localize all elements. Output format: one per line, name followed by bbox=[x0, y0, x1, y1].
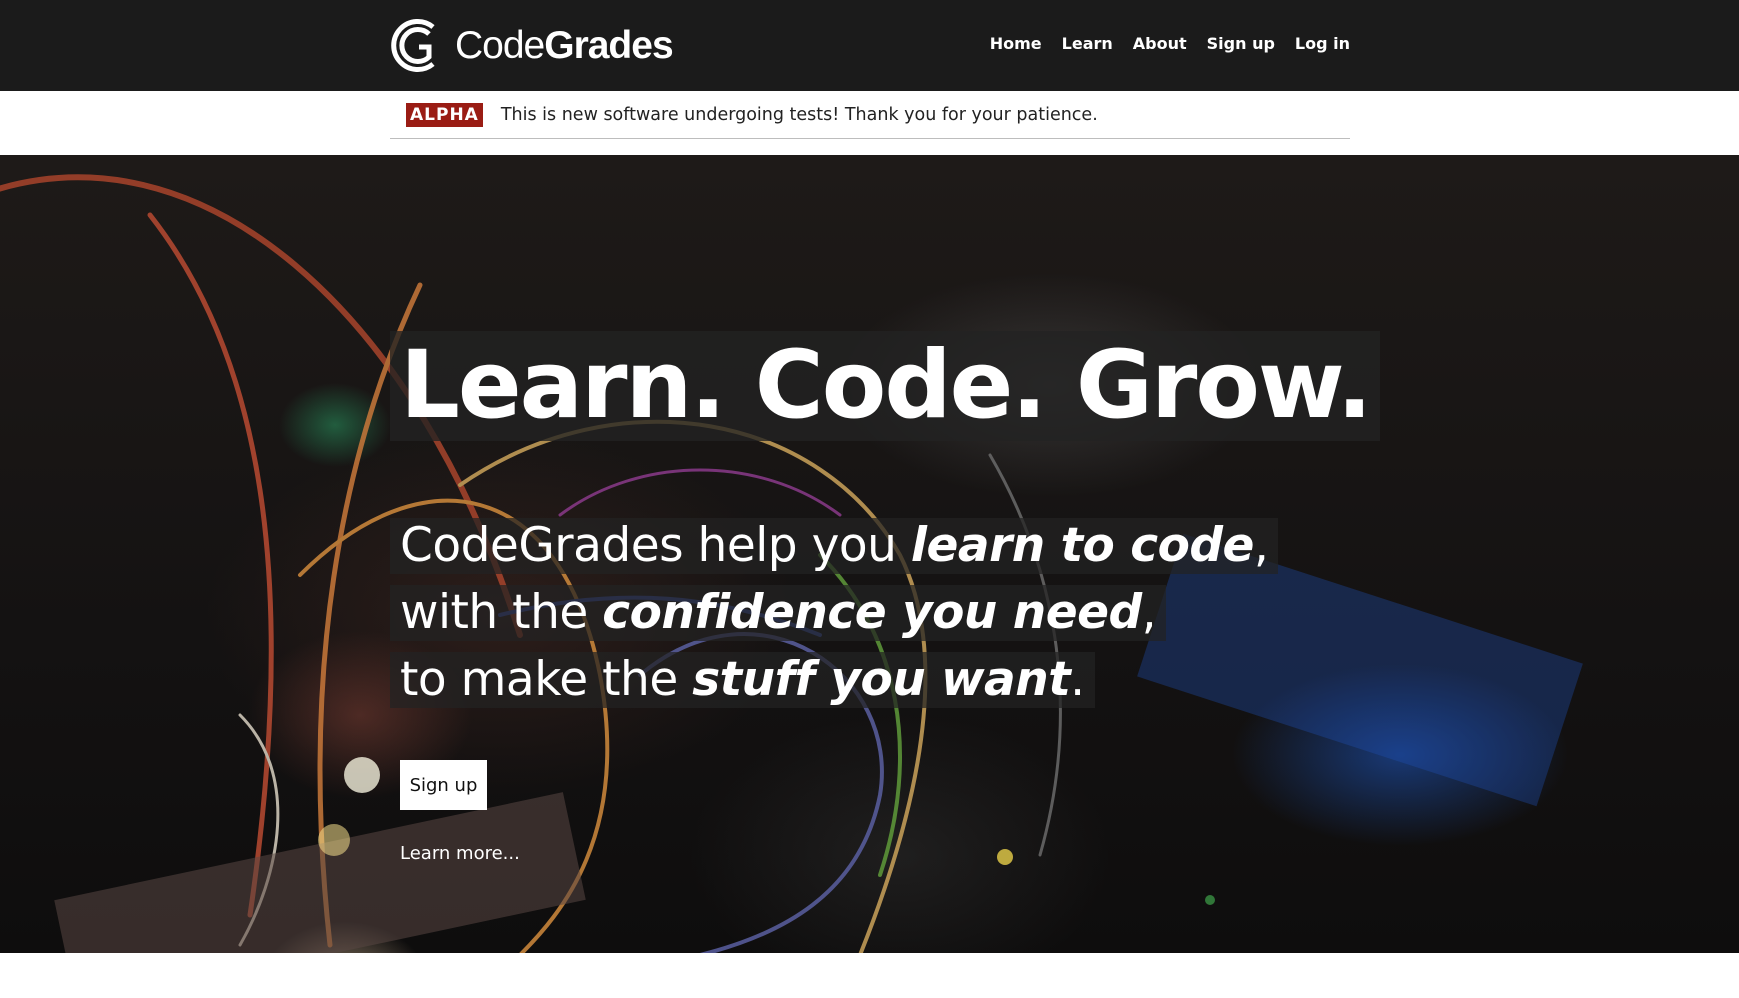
nav-learn-link[interactable]: Learn bbox=[1062, 34, 1113, 53]
hero-tagline: CodeGrades help you learn to code, with … bbox=[390, 518, 1279, 719]
nav-home-link[interactable]: Home bbox=[990, 34, 1042, 53]
tagline-line-2: with the confidence you need, bbox=[390, 585, 1167, 641]
hero-headline: Learn. Code. Grow. bbox=[390, 331, 1381, 441]
tagline-line-2-emphasis: confidence you need bbox=[602, 585, 1142, 640]
tagline-line-2-plain: with the bbox=[400, 585, 603, 640]
learn-more-link[interactable]: Learn more... bbox=[400, 843, 520, 864]
tagline-line-1-emphasis: learn to code bbox=[910, 518, 1255, 573]
tagline-line-1-end: , bbox=[1253, 518, 1269, 573]
hero-section: Learn. Code. Grow. CodeGrades help you l… bbox=[0, 155, 1739, 953]
tagline-line-1-plain: CodeGrades help you bbox=[400, 518, 911, 573]
nav-login-link[interactable]: Log in bbox=[1295, 34, 1350, 53]
nav-about-link[interactable]: About bbox=[1133, 34, 1187, 53]
logo-wordmark-bold: Grades bbox=[544, 24, 673, 67]
nav-signup-link[interactable]: Sign up bbox=[1207, 34, 1275, 53]
alpha-notice: ALPHA This is new software undergoing te… bbox=[390, 91, 1350, 139]
tagline-line-3-plain: to make the bbox=[400, 652, 693, 707]
main-nav: Home Learn About Sign up Log in bbox=[990, 30, 1350, 56]
alpha-badge: ALPHA bbox=[406, 102, 483, 127]
alpha-notice-text: This is new software undergoing tests! T… bbox=[500, 104, 1098, 125]
tagline-line-3-emphasis: stuff you want bbox=[692, 652, 1071, 707]
tagline-line-1: CodeGrades help you learn to code, bbox=[390, 518, 1279, 574]
top-navigation-bar: CodeGrades Home Learn About Sign up Log … bbox=[0, 0, 1739, 91]
tagline-line-3: to make the stuff you want. bbox=[390, 652, 1095, 708]
logo-wordmark-light: Code bbox=[455, 24, 545, 67]
tagline-line-3-end: . bbox=[1070, 652, 1085, 707]
codegrades-logo[interactable]: CodeGrades bbox=[389, 15, 674, 76]
tagline-line-2-end: , bbox=[1141, 585, 1157, 640]
hero-signup-button[interactable]: Sign up bbox=[400, 760, 487, 810]
codegrades-logo-icon bbox=[391, 19, 435, 72]
logo-wordmark: CodeGrades bbox=[455, 24, 674, 67]
